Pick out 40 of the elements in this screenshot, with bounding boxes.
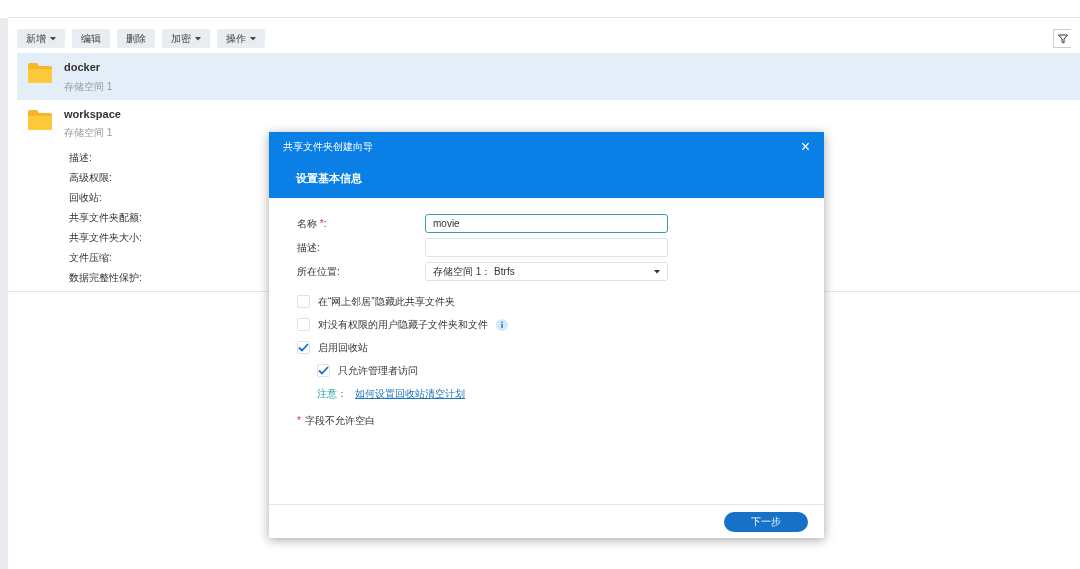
folder-name: docker (64, 60, 102, 75)
checkbox[interactable] (297, 295, 310, 308)
option-label: 对没有权限的用户隐藏子文件夹和文件 (318, 318, 488, 332)
detail-label: 回收站: (69, 191, 102, 205)
detail-label: 共享文件夹配额: (69, 211, 142, 225)
field-label: 所在位置: (297, 265, 341, 279)
folder-row[interactable]: docker 存储空间 1 (17, 53, 1080, 100)
folder-name: workspace (64, 106, 121, 122)
detail-label: 高级权限: (69, 171, 112, 185)
checkbox[interactable] (297, 318, 310, 331)
toolbar-button[interactable]: 操作 (217, 29, 265, 48)
field-label: 描述: (297, 241, 321, 255)
field-label: 名称 *: (297, 217, 328, 231)
folder-location: 存储空间 1 (64, 79, 113, 94)
toolbar-button[interactable]: 新增 (17, 29, 65, 48)
detail-label: 描述: (69, 151, 92, 165)
detail-label: 文件压缩: (69, 251, 112, 265)
text-field[interactable] (425, 238, 668, 257)
option-label: 在“网上邻居”隐藏此共享文件夹 (318, 295, 455, 309)
location-select[interactable]: 存储空间 1： Btrfs (425, 262, 668, 281)
checkbox[interactable] (297, 341, 310, 354)
note-label: 注意： (317, 387, 347, 401)
detail-label: 共享文件夹大小: (69, 231, 142, 245)
checkbox[interactable] (317, 364, 330, 377)
toolbar-button[interactable]: 编辑 (72, 29, 110, 48)
detail-label: 数据完整性保护: (69, 271, 142, 285)
toolbar-button[interactable]: 加密 (162, 29, 210, 48)
filter-icon (1057, 33, 1068, 44)
option-label: 启用回收站 (318, 341, 368, 355)
dialog-heading: 设置基本信息 (296, 171, 363, 187)
filter-button[interactable] (1053, 29, 1071, 48)
option-label: 只允许管理者访问 (338, 364, 418, 378)
folder-location: 存储空间 1 (64, 126, 114, 140)
next-button[interactable]: 下一步 (724, 511, 808, 532)
dialog-title: 共享文件夹创建向导 (283, 140, 373, 154)
toolbar-button[interactable]: 删除 (117, 29, 155, 48)
required-footnote: * 字段不允许空白 (297, 414, 376, 428)
close-button[interactable]: × (800, 141, 810, 154)
help-link[interactable]: 如何设置回收站清空计划 (355, 386, 465, 401)
text-field[interactable]: movie (425, 214, 668, 233)
